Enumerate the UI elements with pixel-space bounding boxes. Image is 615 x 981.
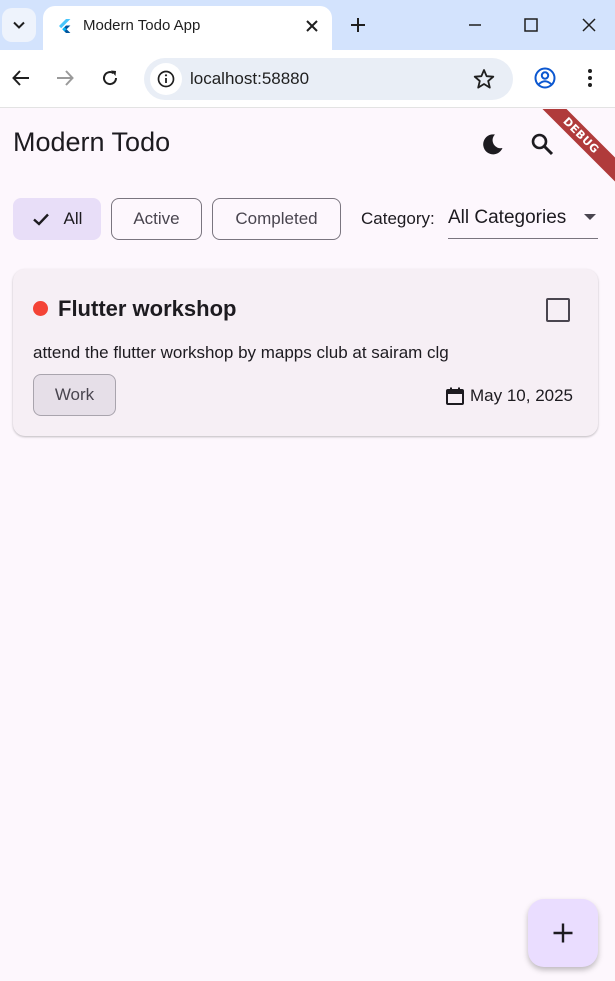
search-button[interactable] xyxy=(527,129,557,159)
plus-icon xyxy=(553,923,573,943)
back-button[interactable] xyxy=(8,65,34,91)
info-icon xyxy=(157,70,175,88)
arrow-right-icon xyxy=(57,70,74,86)
category-value: All Categories xyxy=(448,207,567,228)
close-window-button[interactable] xyxy=(576,12,602,38)
account-icon xyxy=(534,67,556,89)
reload-button[interactable] xyxy=(97,65,123,91)
todo-title: Flutter workshop xyxy=(58,296,237,321)
filter-chip-label: All xyxy=(63,209,83,228)
more-vert-icon xyxy=(588,69,592,87)
filter-chip-label: Completed xyxy=(235,209,318,228)
flutter-icon xyxy=(59,19,71,33)
dropdown-arrow-icon xyxy=(584,214,596,220)
browser-toolbar: localhost:58880 xyxy=(0,50,615,108)
moon-icon xyxy=(483,134,503,155)
todo-date-text: May 10, 2025 xyxy=(470,386,574,405)
todo-category-label: Work xyxy=(54,385,95,404)
minimize-icon xyxy=(469,24,481,26)
address-bar[interactable]: localhost:58880 xyxy=(144,58,513,100)
category-dropdown[interactable]: All Categories xyxy=(448,199,598,239)
todo-checkbox[interactable] xyxy=(546,298,570,322)
filter-chip-all[interactable]: All xyxy=(13,198,101,240)
new-tab-button[interactable] xyxy=(345,12,371,38)
app-title: Modern Todo xyxy=(13,127,171,157)
app-viewport: Modern Todo DEBUG All Active Completed C… xyxy=(0,109,615,981)
browser-tab-bar: Modern Todo App xyxy=(0,0,615,50)
browser-tab[interactable]: Modern Todo App xyxy=(43,6,332,50)
plus-icon xyxy=(351,18,365,32)
calendar-icon xyxy=(446,387,464,405)
tab-title: Modern Todo App xyxy=(83,17,201,34)
maximize-icon xyxy=(524,18,538,32)
reload-icon xyxy=(103,70,118,86)
chevron-down-icon xyxy=(13,21,25,29)
priority-indicator xyxy=(33,301,48,316)
check-icon xyxy=(32,213,49,226)
filter-chip-label: Active xyxy=(133,209,180,228)
profile-button[interactable] xyxy=(532,65,558,91)
maximize-button[interactable] xyxy=(518,12,544,38)
close-icon xyxy=(582,18,596,32)
todo-due-date: May 10, 2025 xyxy=(445,386,573,406)
close-tab-button[interactable] xyxy=(302,16,322,36)
star-icon[interactable] xyxy=(473,68,495,90)
forward-button[interactable] xyxy=(52,65,78,91)
minimize-button[interactable] xyxy=(462,12,488,38)
add-todo-button[interactable] xyxy=(528,899,598,967)
tab-search-button[interactable] xyxy=(2,8,36,42)
category-label: Category: xyxy=(361,209,435,228)
site-info-button[interactable] xyxy=(150,63,182,95)
filter-chip-completed[interactable]: Completed xyxy=(212,198,341,240)
close-icon xyxy=(306,20,318,32)
filter-chip-active[interactable]: Active xyxy=(111,198,202,240)
todo-card[interactable]: Flutter workshop attend the flutter work… xyxy=(13,269,598,436)
todo-category-tag[interactable]: Work xyxy=(33,374,116,416)
browser-menu-button[interactable] xyxy=(577,65,603,91)
theme-toggle-button[interactable] xyxy=(478,129,508,159)
todo-description: attend the flutter workshop by mapps clu… xyxy=(33,343,449,362)
url-text: localhost:58880 xyxy=(190,69,310,88)
arrow-left-icon xyxy=(12,70,29,86)
search-icon xyxy=(531,133,554,156)
